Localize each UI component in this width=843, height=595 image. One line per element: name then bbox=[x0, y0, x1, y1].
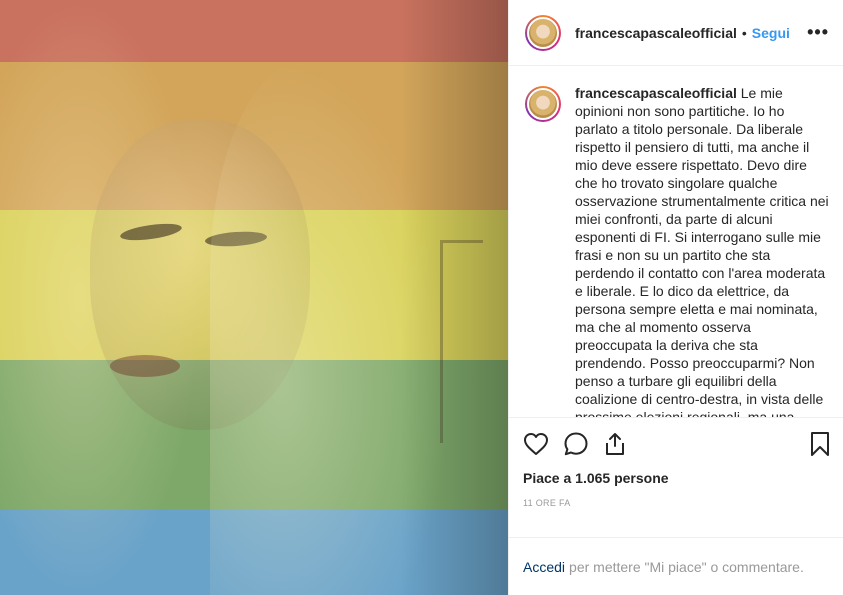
post-container: francescapascaleofficial • Segui ••• fra… bbox=[0, 0, 843, 595]
photo-hair bbox=[210, 60, 450, 595]
post-photo[interactable] bbox=[0, 0, 508, 595]
caption-section: francescapascaleofficial Le mie opinioni… bbox=[509, 66, 843, 417]
photo-subject bbox=[0, 0, 508, 595]
follow-button[interactable]: Segui bbox=[752, 25, 790, 41]
username-link[interactable]: francescapascaleofficial bbox=[575, 25, 737, 41]
login-link[interactable]: Accedi bbox=[523, 559, 565, 575]
caption-username[interactable]: francescapascaleofficial bbox=[575, 85, 737, 101]
post-header: francescapascaleofficial • Segui ••• bbox=[509, 0, 843, 66]
post-side-panel: francescapascaleofficial • Segui ••• fra… bbox=[508, 0, 843, 595]
separator-dot: • bbox=[741, 24, 747, 41]
likes-count[interactable]: Piace a 1.065 persone bbox=[523, 470, 831, 486]
login-prompt: Accedi per mettere "Mi piace" o commenta… bbox=[509, 537, 843, 595]
share-icon[interactable] bbox=[603, 431, 627, 457]
avatar-image bbox=[527, 16, 559, 49]
action-icons bbox=[523, 426, 831, 462]
profile-avatar[interactable] bbox=[525, 14, 561, 51]
bookmark-icon[interactable] bbox=[809, 431, 831, 457]
heart-icon[interactable] bbox=[523, 432, 549, 456]
caption-avatar[interactable] bbox=[525, 86, 561, 122]
avatar-image bbox=[527, 88, 559, 120]
more-options-icon[interactable]: ••• bbox=[807, 22, 829, 43]
post-actions: Piace a 1.065 persone 11 ORE FA bbox=[509, 417, 843, 537]
photo-lips bbox=[110, 355, 180, 377]
login-prompt-text: per mettere "Mi piace" o commentare. bbox=[569, 558, 804, 575]
comment-icon[interactable] bbox=[563, 431, 589, 457]
caption-body: Le mie opinioni non sono partitiche. Io … bbox=[575, 85, 829, 417]
caption-text: francescapascaleofficial Le mie opinioni… bbox=[575, 84, 829, 417]
post-timestamp[interactable]: 11 ORE FA bbox=[523, 498, 831, 508]
